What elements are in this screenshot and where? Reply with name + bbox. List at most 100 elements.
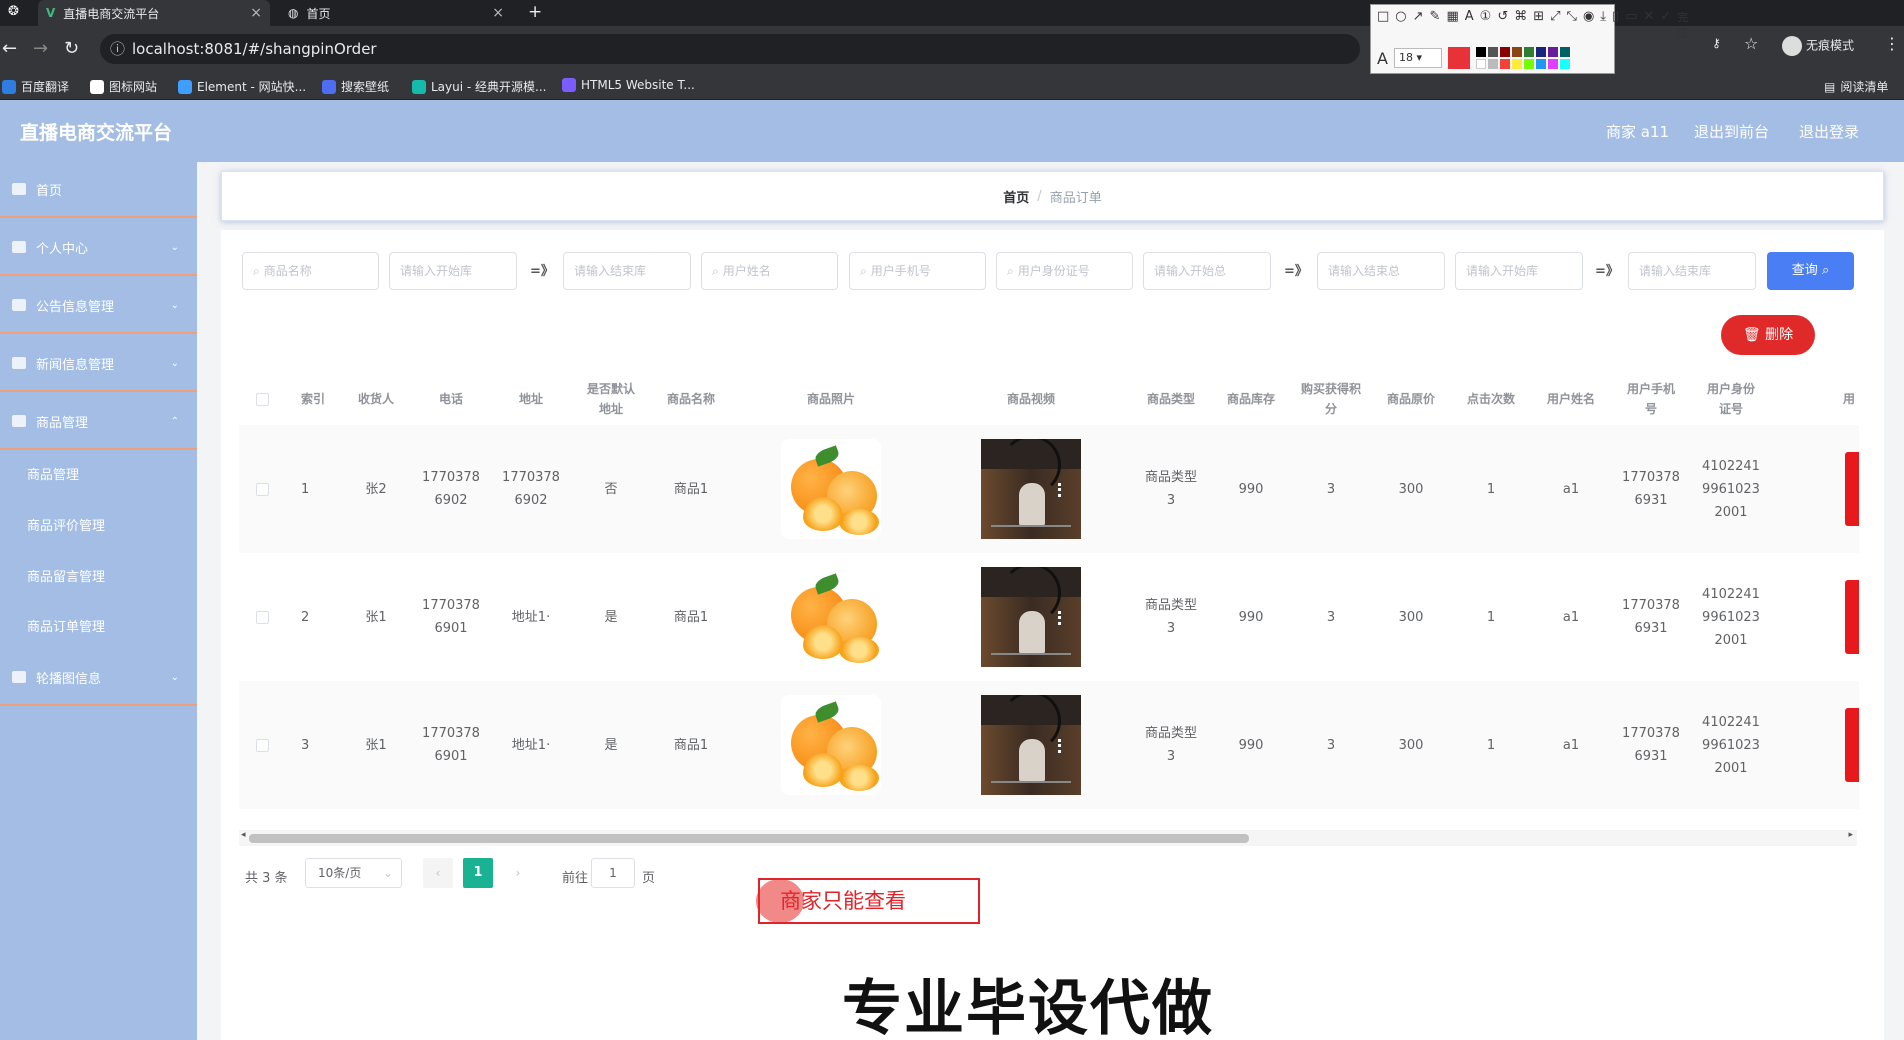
cell-address: 地址1· [511, 737, 551, 753]
download-icon[interactable]: ⤓ [1600, 9, 1606, 41]
row-checkbox[interactable] [255, 482, 269, 496]
sidebar-item-label: 个人中心 [36, 241, 89, 257]
tab-close-icon[interactable]: × [250, 5, 262, 21]
number-tool-icon[interactable]: ① [1480, 9, 1492, 41]
browser-menu-icon[interactable]: ❂ [8, 4, 19, 19]
price-end-input[interactable]: 请输入结束库 [1628, 252, 1756, 290]
query-button[interactable]: 查询 ⌕ [1767, 252, 1854, 290]
more-menu-icon[interactable]: ⋮ [1884, 34, 1900, 53]
prev-page-button[interactable]: ‹ [423, 858, 453, 888]
sidebar-item-news[interactable]: 新闻信息管理 ⌄ [0, 336, 197, 392]
pagination-total: 共 3 条 [245, 871, 288, 886]
sidebar-subitem-product-manage[interactable]: 商品管理 [27, 464, 79, 483]
table-row[interactable]: 3 张1 17703786901 地址1· 是 商品1 商品类型3 990 3 … [239, 681, 1859, 809]
pin-icon[interactable]: ⌘ [1514, 9, 1527, 41]
stock-end-input[interactable]: 请输入结束库 [563, 252, 691, 290]
sidebar-subitem-product-message[interactable]: 商品留言管理 [27, 566, 105, 585]
current-color-swatch[interactable] [1447, 47, 1470, 69]
ocr-icon[interactable]: ⊞ [1533, 9, 1544, 41]
bookmark-item[interactable]: Element - 网站快... [178, 78, 306, 95]
sidebar-subitem-product-review[interactable]: 商品评价管理 [27, 515, 105, 534]
pen-tool-icon[interactable]: ✎ [1430, 9, 1441, 41]
cell-product-video[interactable] [931, 425, 1131, 553]
bookmark-item[interactable]: 图标网站 [90, 78, 157, 95]
undo-icon[interactable]: ↺ [1497, 9, 1508, 41]
bookmark-item[interactable]: HTML5 Website T... [562, 78, 695, 92]
save-icon[interactable]: ▭ [1625, 9, 1637, 41]
sidebar-item-carousel[interactable]: 轮播图信息 ⌄ [0, 650, 197, 706]
forward-icon[interactable]: → [33, 38, 48, 59]
url-input[interactable]: ⓘ localhost:8081/#/shangpinOrder [100, 34, 1360, 64]
font-icon: A [1377, 48, 1388, 68]
points-start-input[interactable]: 请输入开始总 [1143, 252, 1271, 290]
tab-label: 首页 [306, 6, 331, 21]
row-checkbox[interactable] [255, 738, 269, 752]
page-size-select[interactable]: 10条/页 ⌄ [305, 858, 402, 888]
search-user-id-input[interactable]: ⌕ 用户身份证号 [996, 252, 1133, 290]
color-palette[interactable] [1475, 47, 1570, 69]
bookmark-item[interactable]: 搜索壁纸 [322, 78, 389, 95]
search-user-name-input[interactable]: ⌕ 用户姓名 [701, 252, 838, 290]
scrollbar-thumb[interactable] [249, 834, 1249, 843]
page-number-active[interactable]: 1 [463, 858, 493, 888]
sidebar-item-label: 轮播图信息 [36, 671, 102, 687]
price-start-input[interactable]: 请输入开始库 [1455, 252, 1583, 290]
sidebar-item-notice[interactable]: 公告信息管理 ⌄ [0, 278, 197, 334]
arrow-tool-icon[interactable]: ↗ [1413, 9, 1424, 41]
points-end-input[interactable]: 请输入结束总 [1317, 252, 1445, 290]
sidebar-item-product[interactable]: 商品管理 ⌃ [0, 394, 197, 450]
reload-icon[interactable]: ↻ [64, 38, 79, 59]
stock-start-input[interactable]: 请输入开始库 [389, 252, 517, 290]
rectangle-tool-icon[interactable]: □ [1377, 9, 1389, 41]
ellipse-tool-icon[interactable]: ○ [1395, 9, 1406, 41]
delete-button[interactable]: 🗑 删除 [1721, 315, 1815, 355]
search-product-name-input[interactable]: ⌕ 商品名称 [242, 252, 379, 290]
back-to-front-link[interactable]: 退出到前台 [1694, 121, 1769, 142]
search-user-phone-input[interactable]: ⌕ 用户手机号 [849, 252, 986, 290]
sidebar-item-home[interactable]: 首页 [0, 162, 197, 218]
tab-close-icon[interactable]: × [492, 5, 504, 21]
table-horizontal-scrollbar[interactable]: ◂ ▸ [239, 830, 1857, 846]
font-size-select[interactable]: 18 ▾ [1393, 48, 1442, 68]
done-label[interactable]: 完成 [1677, 9, 1688, 41]
row-checkbox[interactable] [255, 610, 269, 624]
checkbox[interactable] [255, 392, 269, 406]
browser-tab-active[interactable]: V 直播电商交流平台 × [38, 0, 270, 26]
breadcrumb-home[interactable]: 首页 [1003, 187, 1029, 206]
next-page-button[interactable]: › [503, 858, 533, 888]
translate-icon[interactable]: ⤡ [1567, 9, 1577, 41]
video-thumbnail[interactable] [981, 567, 1081, 667]
reading-list[interactable]: ▤ 阅读清单 [1824, 78, 1888, 95]
table-row[interactable]: 1 张2 17703786902 17703786902 否 商品1 商品类型3… [239, 425, 1859, 553]
confirm-icon[interactable]: ✓ [1660, 9, 1671, 41]
star-icon[interactable]: ☆ [1744, 34, 1758, 53]
video-thumbnail[interactable] [981, 439, 1081, 539]
back-icon[interactable]: ← [2, 38, 17, 59]
text-tool-icon[interactable]: A [1465, 9, 1474, 41]
goto-page-input[interactable]: 1 [591, 858, 635, 888]
scroll-right-icon[interactable]: ▸ [1848, 830, 1853, 840]
sidebar-item-profile[interactable]: 个人中心 ⌄ [0, 220, 197, 276]
key-icon[interactable]: ⚷ [1712, 36, 1721, 50]
column-header: 商品名称 [666, 392, 715, 406]
cell-product-video[interactable] [931, 681, 1131, 809]
browser-tab[interactable]: ◍ 首页 × [280, 0, 512, 26]
scroll-left-icon[interactable]: ◂ [241, 830, 246, 840]
cancel-icon[interactable]: ✕ [1643, 9, 1654, 41]
phone-icon[interactable]: ▯ [1612, 9, 1619, 41]
cell-product-video[interactable] [931, 553, 1131, 681]
logout-link[interactable]: 退出登录 [1799, 121, 1859, 142]
table-row[interactable]: 2 张1 17703786901 地址1· 是 商品1 商品类型3 990 3 … [239, 553, 1859, 681]
select-all-checkbox[interactable] [239, 373, 285, 425]
bookmark-item[interactable]: Layui - 经典开源模... [412, 78, 546, 95]
bookmark-item[interactable]: 百度翻译 [2, 78, 69, 95]
annotation-number-marker [756, 879, 804, 923]
mosaic-tool-icon[interactable]: ▦ [1446, 9, 1458, 41]
record-icon[interactable]: ◉ [1583, 9, 1594, 41]
search-icon: ⌕ [1007, 264, 1014, 278]
scan-icon[interactable]: ⤢ [1550, 9, 1560, 41]
video-thumbnail[interactable] [981, 695, 1081, 795]
new-tab-icon[interactable]: + [528, 2, 542, 22]
sidebar-subitem-product-order[interactable]: 商品订单管理 [27, 616, 105, 635]
incognito-label[interactable]: 无痕模式 [1782, 36, 1854, 56]
